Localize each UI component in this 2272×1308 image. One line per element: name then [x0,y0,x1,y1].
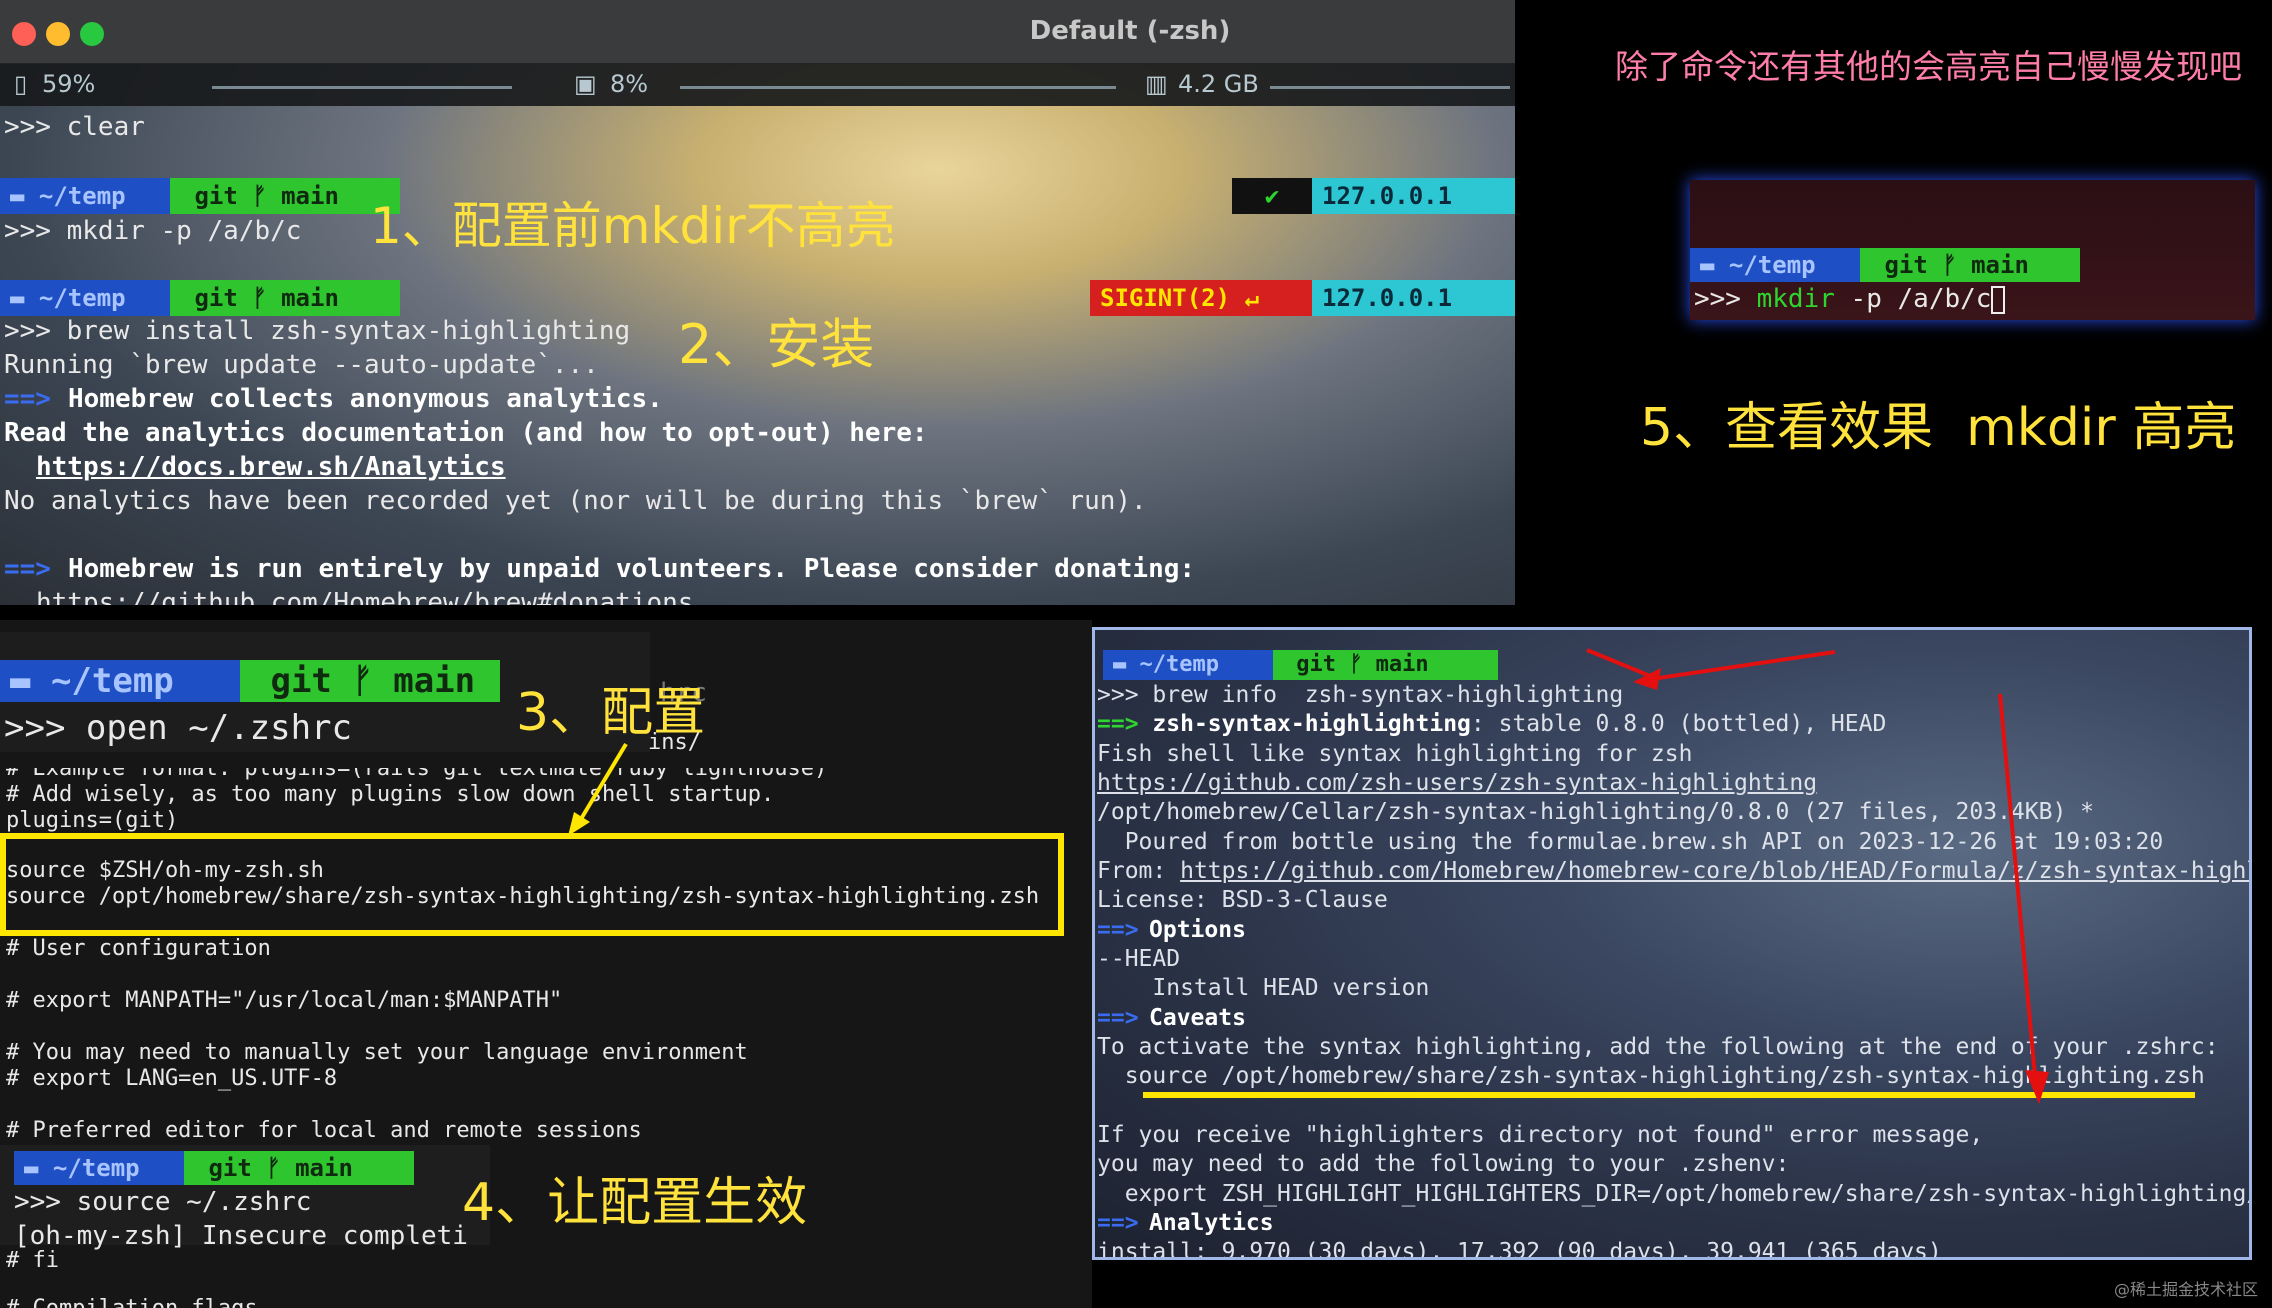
editor-line-user-config: # User configuration [6,936,271,961]
prompt-git-segment: git ᚠ main [170,178,400,214]
branch-icon: ᚠ [1942,251,1957,279]
red-arrowhead-2 [2025,1070,2049,1104]
cpu-graph [680,86,1116,89]
cursor [1991,285,2006,314]
terminal-line-collects: Homebrew collects anonymous analytics. [68,384,663,414]
annotation-step-4: 4、让配置生效 [462,1173,808,1233]
tip-header: 除了命令还有其他的会高亮自己慢慢发现吧 [1615,47,2242,86]
red-arrow-to-source [1998,693,2037,1077]
sigint-segment: SIGINT(2) ↵ [1090,280,1312,316]
editor-line-plugins-dir: ins/ [648,730,701,755]
red-arrow-to-brew-info [1644,650,1836,682]
prompt-git-segment: git ᚠ main [184,1151,414,1185]
branch-icon: ᚠ [266,1154,281,1182]
battery-graph [212,86,512,89]
terminal-line-running: Running `brew update --auto-update`... [4,350,599,380]
red-arrow-head-stroke [1586,648,1656,680]
title-bar: Default (-zsh) [0,0,1515,64]
insecure-completion-line: [oh-my-zsh] Insecure completi [14,1221,468,1251]
arrow-marker: ==> [4,554,51,584]
prompt-dir-segment: ▬ ~/temp [0,178,170,214]
terminal-line-read-docs: Read the analytics documentation (and ho… [4,418,928,448]
battery-value: 59% [42,70,96,98]
editor-line-plugins: plugins=(git) [6,808,179,833]
annotation-step-1: 1、配置前mkdir不高亮 [370,197,896,255]
editor-line-may-need: # You may need to manually set your lang… [6,1040,748,1065]
terminal-line-brew-install: >>> brew install zsh-syntax-highlighting [4,316,631,346]
annotation-step-5: 5、查看效果 mkdir 高亮 [1640,398,2237,458]
editor-line-fi: # fi [6,1248,59,1273]
editor-line-source-omz: source $ZSH/oh-my-zsh.sh [6,858,324,883]
donate-link[interactable]: https://github.com/Homebrew/brew#donatio… [36,588,693,605]
folder-icon: ▬ [10,661,31,701]
source-terminal: ▬ ~/temp git ᚠ main >>> source ~/.zshrc … [0,1145,490,1251]
docs-link[interactable]: https://docs.brew.sh/Analytics [36,452,506,482]
arrow-annotation-3 [568,742,628,836]
terminal-line-clear: >>> clear [4,112,145,142]
prompt-dir-segment: ▬ ~/temp [0,280,170,316]
editor-line-source-highlighting: source /opt/homebrew/share/zsh-syntax-hi… [6,884,1040,909]
terminal-line-volunteers: Homebrew is run entirely by unpaid volun… [68,554,1196,584]
terminal-window-main: Default (-zsh) ▯ 59% ▣ 8% ▥ 4.2 GB >>> c… [0,0,1515,605]
cpu-value: 8% [610,70,649,98]
red-arrows [1586,648,2049,1104]
prompt-git-segment: git ᚠ main [1860,248,2080,282]
ip-segment-1: 127.0.0.1 [1312,178,1515,214]
prompt-dir-segment: ▬ ~/temp [14,1151,184,1185]
memory-icon: ▥ [1145,70,1168,98]
arrow-marker: ==> [4,384,51,414]
branch-icon: ᚠ [252,182,267,210]
editor-line-manpath: # export MANPATH="/usr/local/man:$MANPAT… [6,988,563,1013]
annotation-step-2: 2、安装 [678,313,875,376]
status-bar: ▯ 59% ▣ 8% ▥ 4.2 GB [0,64,1515,106]
battery-icon: ▯ [14,70,28,98]
prompt-git-segment: git ᚠ main [170,280,400,316]
folder-icon: ▬ [10,284,25,312]
branch-icon: ᚠ [252,284,267,312]
result-terminal: ▬ ~/temp git ᚠ main >>> mkdir -p /a/b/c [1690,180,2255,320]
terminal-line-no-analytics: No analytics have been recorded yet (nor… [4,486,1147,516]
prompt-git-segment: git ᚠ main [240,660,500,702]
editor-line-lang: # export LANG=en_US.UTF-8 [6,1066,338,1091]
folder-icon: ▬ [10,182,25,210]
open-zshrc-line: >>> open ~/.zshrc [4,708,352,748]
editor-line-compilation: # Compilation flags [6,1296,258,1308]
window-title: Default (-zsh) [1029,16,1231,46]
editor-line-add-wisely: # Add wisely, as too many plugins slow d… [6,782,775,807]
ip-segment-2: 127.0.0.1 [1312,280,1515,316]
folder-icon: ▬ [1700,251,1715,279]
prompt-dir-segment: ▬ ~/temp [1690,248,1860,282]
memory-value: 4.2 GB [1178,70,1259,98]
brew-info-terminal: ▬ ~/temp git ᚠ main >>> brew info zsh-sy… [1092,627,2252,1260]
highlighted-mkdir: mkdir [1756,284,1835,314]
source-zshrc-line: >>> source ~/.zshrc [14,1187,312,1217]
memory-graph [1270,86,1510,89]
prompt-dir-segment: ▬ ~/temp [0,660,240,702]
check-icon: ✔ [1232,178,1312,214]
editor-line-preferred: # Preferred editor for local and remote … [6,1118,642,1143]
result-command-line: >>> mkdir -p /a/b/c [1694,284,2006,314]
cpu-icon: ▣ [574,70,597,98]
folder-icon: ▬ [24,1154,39,1182]
terminal-line-mkdir: >>> mkdir -p /a/b/c [4,216,302,246]
watermark: @稀土掘金技术社区 [2113,1280,2258,1299]
branch-icon: ᚠ [352,661,373,701]
